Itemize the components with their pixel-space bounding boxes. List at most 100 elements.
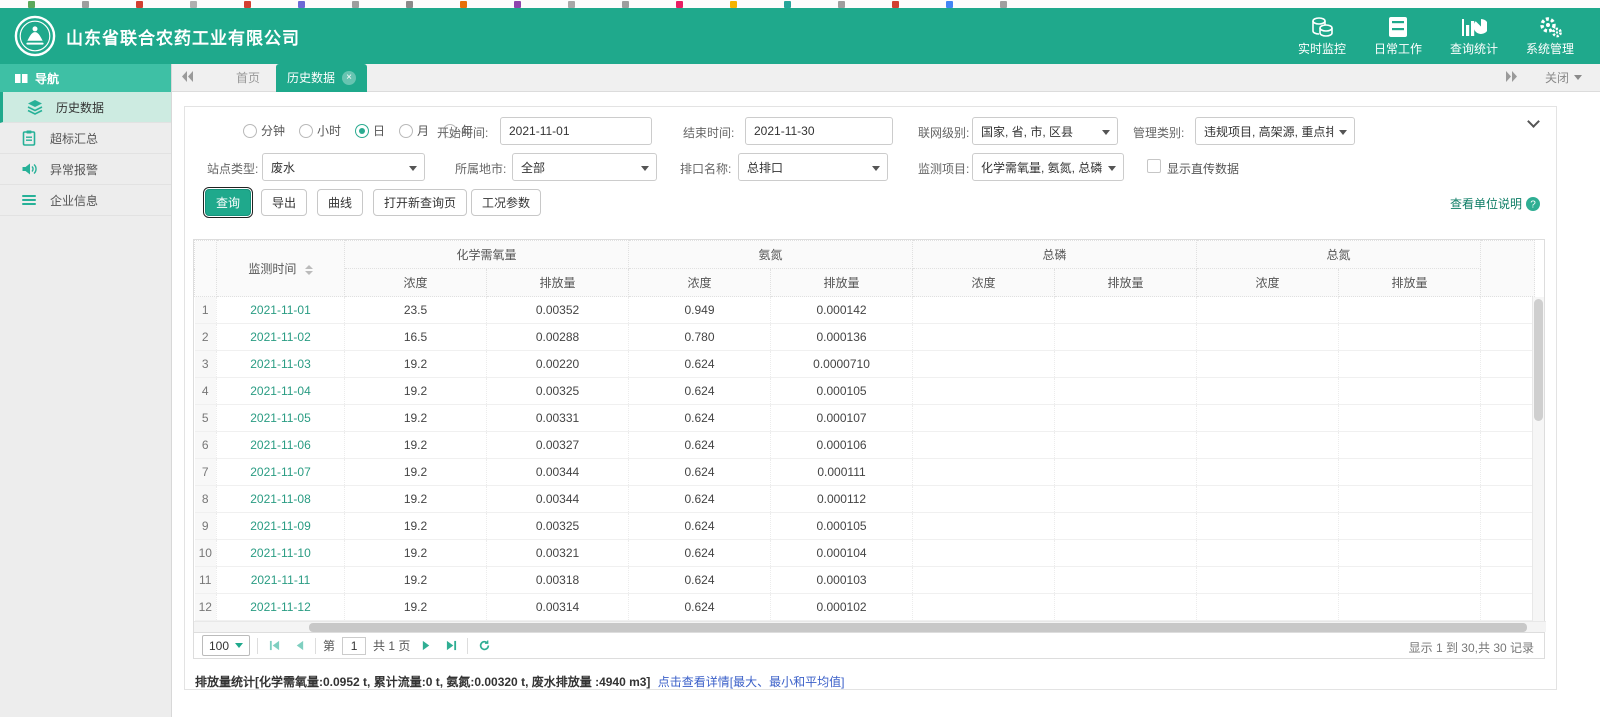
city-select[interactable]: 全部 bbox=[512, 153, 657, 181]
value-cell: 19.2 bbox=[344, 566, 487, 594]
page-number-input[interactable] bbox=[342, 636, 367, 655]
tab-history-data[interactable]: 历史数据 × bbox=[276, 63, 368, 92]
monitor-item-label: 监测项目: bbox=[918, 162, 970, 176]
app-header: 山东省联合农药工业有限公司 实时监控 日常工作 查询统计 系统管理 bbox=[0, 8, 1600, 64]
favicon bbox=[838, 1, 845, 8]
value-cell: 0.624 bbox=[628, 512, 772, 540]
favicon bbox=[82, 1, 89, 8]
subheader-concentration[interactable]: 浓度 bbox=[912, 268, 1056, 297]
nav-realtime-monitor[interactable]: 实时监控 bbox=[1298, 16, 1346, 57]
tab-home[interactable]: 首页 bbox=[220, 64, 276, 92]
table-row[interactable]: 3 2021-11-03 19.2 0.00220 0.624 0.0000710 bbox=[194, 350, 1536, 378]
subheader-emission[interactable]: 排放量 bbox=[1338, 268, 1482, 297]
monitor-item-select[interactable]: 化学需氧量, 氨氮, 总磷, 总 bbox=[972, 153, 1124, 181]
subheader-concentration[interactable]: 浓度 bbox=[1196, 268, 1340, 297]
table-row[interactable]: 1 2021-11-01 23.5 0.00352 0.949 0.000142 bbox=[194, 296, 1536, 324]
value-cell bbox=[1054, 404, 1198, 432]
value-cell bbox=[1196, 566, 1340, 594]
value-cell bbox=[1196, 512, 1340, 540]
sidebar-item-abnormal-alarm[interactable]: 异常报警 bbox=[0, 154, 171, 185]
nav-daily-work[interactable]: 日常工作 bbox=[1374, 16, 1422, 57]
first-page-button[interactable] bbox=[265, 637, 283, 655]
monitor-date: 2021-11-10 bbox=[216, 539, 345, 567]
vertical-scrollbar[interactable] bbox=[1532, 297, 1544, 633]
new-query-page-button[interactable]: 打开新查询页 bbox=[373, 189, 468, 216]
city-label: 所属地市: bbox=[455, 162, 507, 176]
value-cell: 0.00344 bbox=[486, 485, 630, 513]
nav-label: 实时监控 bbox=[1297, 41, 1346, 56]
nav-label: 日常工作 bbox=[1373, 41, 1422, 56]
radio-month[interactable]: 月 bbox=[399, 122, 429, 139]
monitor-date: 2021-11-11 bbox=[216, 566, 345, 594]
last-page-button[interactable] bbox=[442, 637, 460, 655]
table-row[interactable]: 4 2021-11-04 19.2 0.00325 0.624 0.000105 bbox=[194, 377, 1536, 405]
table-row[interactable]: 11 2021-11-11 19.2 0.00318 0.624 0.000103 bbox=[194, 566, 1536, 594]
filler-header bbox=[1480, 240, 1536, 297]
close-tabs-dropdown[interactable]: 关闭 bbox=[1545, 69, 1582, 86]
outlet-name-select[interactable]: 总排口 bbox=[738, 153, 888, 181]
tab-close-icon[interactable]: × bbox=[342, 70, 357, 85]
subheader-emission[interactable]: 排放量 bbox=[770, 268, 914, 297]
table-row[interactable]: 8 2021-11-08 19.2 0.00344 0.624 0.000112 bbox=[194, 485, 1536, 513]
select-value: 化学需氧量, 氨氮, 总磷, 总 bbox=[981, 160, 1103, 175]
nav-query-statistics[interactable]: 查询统计 bbox=[1450, 16, 1498, 57]
value-cell bbox=[1196, 404, 1340, 432]
sidebar-item-label: 历史数据 bbox=[56, 100, 105, 115]
tab-scroll-left-button[interactable] bbox=[172, 70, 202, 85]
start-time-input[interactable] bbox=[500, 117, 652, 145]
curve-button[interactable]: 曲线 bbox=[317, 189, 364, 216]
export-button[interactable]: 导出 bbox=[261, 189, 308, 216]
end-time-input[interactable] bbox=[745, 117, 893, 145]
value-cell: 0.624 bbox=[628, 404, 772, 432]
chevron-down-icon bbox=[235, 643, 244, 648]
tab-scroll-right-button[interactable] bbox=[1497, 70, 1527, 85]
refresh-icon bbox=[479, 640, 490, 651]
prev-page-button[interactable] bbox=[290, 637, 308, 655]
unit-help-label: 查看单位说明 bbox=[1449, 197, 1522, 211]
sidebar-item-exceed-summary[interactable]: 超标汇总 bbox=[0, 123, 171, 154]
horizontal-scrollbar[interactable] bbox=[194, 621, 1546, 632]
radio-day[interactable]: 日 bbox=[355, 122, 385, 139]
subheader-concentration[interactable]: 浓度 bbox=[344, 268, 487, 297]
direct-data-checkbox[interactable] bbox=[1147, 159, 1161, 173]
station-type-select[interactable]: 废水 bbox=[262, 153, 425, 181]
subheader-concentration[interactable]: 浓度 bbox=[628, 268, 772, 297]
radio-icon bbox=[243, 123, 257, 138]
group-header-cod: 化学需氧量 bbox=[343, 240, 630, 269]
filler-cell bbox=[1480, 539, 1536, 567]
manage-type-select[interactable]: 违规项目, 高架源, 重点排污 bbox=[1195, 117, 1355, 145]
group-header-ammonia: 氨氮 bbox=[628, 240, 914, 269]
row-index: 12 bbox=[194, 593, 217, 621]
subheader-emission[interactable]: 排放量 bbox=[485, 268, 630, 297]
condition-params-button[interactable]: 工况参数 bbox=[471, 189, 542, 216]
nav-system-manage[interactable]: 系统管理 bbox=[1526, 16, 1574, 57]
monitor-time-header[interactable]: 监测时间 bbox=[216, 240, 345, 297]
value-cell bbox=[1338, 512, 1482, 540]
network-level-label: 联网级别: bbox=[918, 126, 970, 140]
query-button[interactable]: 查询 bbox=[202, 187, 254, 218]
sidebar-item-history-data[interactable]: 历史数据 bbox=[0, 92, 171, 123]
radio-minute[interactable]: 分钟 bbox=[243, 122, 285, 139]
table-row[interactable]: 7 2021-11-07 19.2 0.00344 0.624 0.000111 bbox=[194, 458, 1536, 486]
table-row[interactable]: 2 2021-11-02 16.5 0.00288 0.780 0.000136 bbox=[194, 323, 1536, 351]
page-size-select[interactable]: 100 bbox=[202, 635, 251, 656]
sidebar-item-enterprise-info[interactable]: 企业信息 bbox=[0, 185, 171, 216]
favicon-strip bbox=[0, 0, 1600, 8]
sidebar-item-label: 超标汇总 bbox=[50, 131, 99, 146]
table-row[interactable]: 5 2021-11-05 19.2 0.00331 0.624 0.000107 bbox=[194, 404, 1536, 432]
network-level-select[interactable]: 国家, 省, 市, 区县 bbox=[972, 117, 1118, 145]
subheader-emission[interactable]: 排放量 bbox=[1054, 268, 1198, 297]
table-row[interactable]: 9 2021-11-09 19.2 0.00325 0.624 0.000105 bbox=[194, 512, 1536, 540]
stats-detail-link[interactable]: 点击查看详情[最大、最小和平均值] bbox=[658, 675, 845, 689]
radio-hour[interactable]: 小时 bbox=[299, 122, 341, 139]
table-row[interactable]: 6 2021-11-06 19.2 0.00327 0.624 0.000106 bbox=[194, 431, 1536, 459]
table-row[interactable]: 10 2021-11-10 19.2 0.00321 0.624 0.000104 bbox=[194, 539, 1536, 567]
horizontal-scrollbar-thumb[interactable] bbox=[309, 623, 1527, 632]
row-index: 3 bbox=[194, 350, 217, 378]
next-page-button[interactable] bbox=[417, 637, 435, 655]
value-cell bbox=[1196, 350, 1340, 378]
unit-help-link[interactable]: 查看单位说明 ? bbox=[1450, 195, 1540, 212]
table-row[interactable]: 12 2021-11-12 19.2 0.00314 0.624 0.000102 bbox=[194, 593, 1536, 621]
refresh-button[interactable] bbox=[475, 637, 493, 655]
vertical-scrollbar-thumb[interactable] bbox=[1534, 299, 1543, 421]
